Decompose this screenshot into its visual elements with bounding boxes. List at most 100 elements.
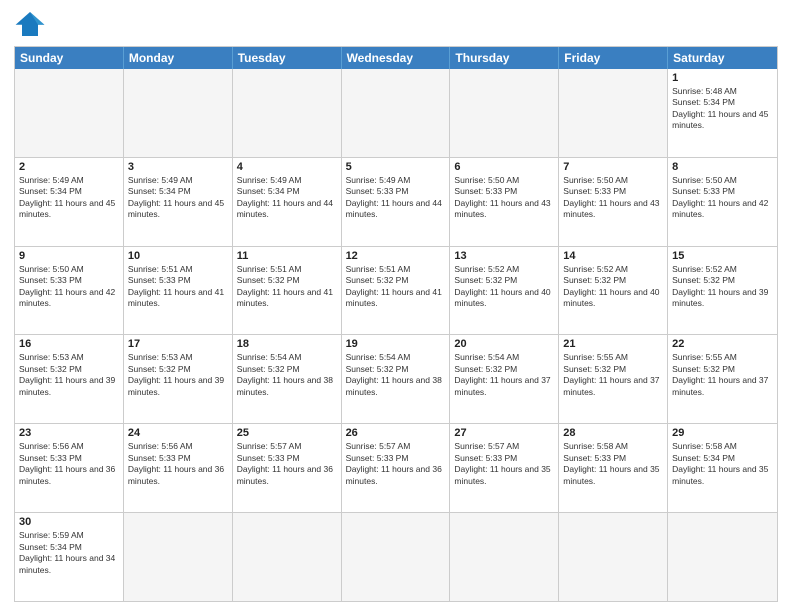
calendar-body: 1 Sunrise: 5:48 AM Sunset: 5:34 PM Daylig… (15, 69, 777, 601)
cell-info: Sunrise: 5:48 AM Sunset: 5:34 PM Dayligh… (672, 86, 773, 132)
day-number: 15 (672, 250, 773, 262)
logo-icon (14, 10, 46, 38)
day-number: 23 (19, 427, 119, 439)
calendar-row-4: 23 Sunrise: 5:56 AM Sunset: 5:33 PM Dayli… (15, 423, 777, 512)
day-cell-20: 20 Sunrise: 5:54 AM Sunset: 5:32 PM Dayli… (450, 335, 559, 423)
cell-info: Sunrise: 5:50 AM Sunset: 5:33 PM Dayligh… (19, 264, 119, 310)
calendar-row-5: 30 Sunrise: 5:59 AM Sunset: 5:34 PM Dayli… (15, 512, 777, 601)
day-cell-23: 23 Sunrise: 5:56 AM Sunset: 5:33 PM Dayli… (15, 424, 124, 512)
day-cell-18: 18Sunrise: 5:54 AM Sunset: 5:32 PM Dayli… (233, 335, 342, 423)
empty-cell (559, 513, 668, 601)
day-cell-27: 27Sunrise: 5:57 AM Sunset: 5:33 PM Dayli… (450, 424, 559, 512)
day-number: 19 (346, 338, 446, 350)
day-cell-19: 19Sunrise: 5:54 AM Sunset: 5:32 PM Dayli… (342, 335, 451, 423)
day-cell-30: 30 Sunrise: 5:59 AM Sunset: 5:34 PM Dayli… (15, 513, 124, 601)
cell-info: Sunrise: 5:53 AM Sunset: 5:32 PM Dayligh… (128, 352, 228, 398)
cell-info: Sunrise: 5:55 AM Sunset: 5:32 PM Dayligh… (672, 352, 773, 398)
day-cell-17: 17 Sunrise: 5:53 AM Sunset: 5:32 PM Dayli… (124, 335, 233, 423)
day-number: 7 (563, 161, 663, 173)
cell-info: Sunrise: 5:58 AM Sunset: 5:34 PM Dayligh… (672, 441, 773, 487)
day-cell-6: 6 Sunrise: 5:50 AM Sunset: 5:33 PM Daylig… (450, 158, 559, 246)
day-number: 26 (346, 427, 446, 439)
header-day-tuesday: Tuesday (233, 47, 342, 69)
day-number: 5 (346, 161, 446, 173)
day-cell-29: 29 Sunrise: 5:58 AM Sunset: 5:34 PM Dayli… (668, 424, 777, 512)
day-number: 1 (672, 72, 773, 84)
cell-info: Sunrise: 5:49 AM Sunset: 5:34 PM Dayligh… (128, 175, 228, 221)
header-day-sunday: Sunday (15, 47, 124, 69)
day-number: 3 (128, 161, 228, 173)
day-cell-13: 13Sunrise: 5:52 AM Sunset: 5:32 PM Dayli… (450, 247, 559, 335)
day-cell-28: 28Sunrise: 5:58 AM Sunset: 5:33 PM Dayli… (559, 424, 668, 512)
cell-info: Sunrise: 5:55 AM Sunset: 5:32 PM Dayligh… (563, 352, 663, 398)
day-cell-7: 7Sunrise: 5:50 AM Sunset: 5:33 PM Daylig… (559, 158, 668, 246)
cell-info: Sunrise: 5:57 AM Sunset: 5:33 PM Dayligh… (346, 441, 446, 487)
day-cell-22: 22 Sunrise: 5:55 AM Sunset: 5:32 PM Dayli… (668, 335, 777, 423)
day-number: 16 (19, 338, 119, 350)
day-cell-25: 25Sunrise: 5:57 AM Sunset: 5:33 PM Dayli… (233, 424, 342, 512)
empty-cell (15, 69, 124, 157)
day-number: 25 (237, 427, 337, 439)
day-number: 21 (563, 338, 663, 350)
day-cell-16: 16 Sunrise: 5:53 AM Sunset: 5:32 PM Dayli… (15, 335, 124, 423)
calendar-header: SundayMondayTuesdayWednesdayThursdayFrid… (15, 47, 777, 69)
day-number: 14 (563, 250, 663, 262)
cell-info: Sunrise: 5:52 AM Sunset: 5:32 PM Dayligh… (672, 264, 773, 310)
day-cell-9: 9Sunrise: 5:50 AM Sunset: 5:33 PM Daylig… (15, 247, 124, 335)
cell-info: Sunrise: 5:51 AM Sunset: 5:33 PM Dayligh… (128, 264, 228, 310)
empty-cell (233, 513, 342, 601)
day-number: 28 (563, 427, 663, 439)
day-number: 10 (128, 250, 228, 262)
day-cell-1: 1 Sunrise: 5:48 AM Sunset: 5:34 PM Daylig… (668, 69, 777, 157)
day-number: 29 (672, 427, 773, 439)
logo (14, 10, 50, 38)
day-number: 20 (454, 338, 554, 350)
calendar-row-0: 1 Sunrise: 5:48 AM Sunset: 5:34 PM Daylig… (15, 69, 777, 157)
header-day-thursday: Thursday (450, 47, 559, 69)
empty-cell (450, 69, 559, 157)
calendar-row-2: 9Sunrise: 5:50 AM Sunset: 5:33 PM Daylig… (15, 246, 777, 335)
cell-info: Sunrise: 5:56 AM Sunset: 5:33 PM Dayligh… (19, 441, 119, 487)
page: SundayMondayTuesdayWednesdayThursdayFrid… (0, 0, 792, 612)
cell-info: Sunrise: 5:54 AM Sunset: 5:32 PM Dayligh… (454, 352, 554, 398)
cell-info: Sunrise: 5:54 AM Sunset: 5:32 PM Dayligh… (237, 352, 337, 398)
day-cell-11: 11Sunrise: 5:51 AM Sunset: 5:32 PM Dayli… (233, 247, 342, 335)
empty-cell (124, 69, 233, 157)
day-cell-14: 14 Sunrise: 5:52 AM Sunset: 5:32 PM Dayli… (559, 247, 668, 335)
day-number: 12 (346, 250, 446, 262)
header (14, 10, 778, 38)
day-cell-4: 4Sunrise: 5:49 AM Sunset: 5:34 PM Daylig… (233, 158, 342, 246)
cell-info: Sunrise: 5:51 AM Sunset: 5:32 PM Dayligh… (237, 264, 337, 310)
empty-cell (559, 69, 668, 157)
cell-info: Sunrise: 5:49 AM Sunset: 5:34 PM Dayligh… (237, 175, 337, 221)
cell-info: Sunrise: 5:52 AM Sunset: 5:32 PM Dayligh… (563, 264, 663, 310)
day-number: 30 (19, 516, 119, 528)
calendar-row-3: 16 Sunrise: 5:53 AM Sunset: 5:32 PM Dayli… (15, 334, 777, 423)
empty-cell (450, 513, 559, 601)
day-number: 8 (672, 161, 773, 173)
empty-cell (124, 513, 233, 601)
cell-info: Sunrise: 5:50 AM Sunset: 5:33 PM Dayligh… (672, 175, 773, 221)
day-number: 22 (672, 338, 773, 350)
cell-info: Sunrise: 5:51 AM Sunset: 5:32 PM Dayligh… (346, 264, 446, 310)
day-number: 6 (454, 161, 554, 173)
day-number: 27 (454, 427, 554, 439)
empty-cell (233, 69, 342, 157)
empty-cell (668, 513, 777, 601)
cell-info: Sunrise: 5:59 AM Sunset: 5:34 PM Dayligh… (19, 530, 119, 576)
header-day-saturday: Saturday (668, 47, 777, 69)
day-number: 24 (128, 427, 228, 439)
cell-info: Sunrise: 5:53 AM Sunset: 5:32 PM Dayligh… (19, 352, 119, 398)
cell-info: Sunrise: 5:49 AM Sunset: 5:33 PM Dayligh… (346, 175, 446, 221)
header-day-monday: Monday (124, 47, 233, 69)
day-cell-21: 21 Sunrise: 5:55 AM Sunset: 5:32 PM Dayli… (559, 335, 668, 423)
cell-info: Sunrise: 5:56 AM Sunset: 5:33 PM Dayligh… (128, 441, 228, 487)
cell-info: Sunrise: 5:50 AM Sunset: 5:33 PM Dayligh… (454, 175, 554, 221)
day-number: 17 (128, 338, 228, 350)
day-number: 2 (19, 161, 119, 173)
day-cell-26: 26 Sunrise: 5:57 AM Sunset: 5:33 PM Dayli… (342, 424, 451, 512)
day-cell-24: 24 Sunrise: 5:56 AM Sunset: 5:33 PM Dayli… (124, 424, 233, 512)
header-day-wednesday: Wednesday (342, 47, 451, 69)
calendar: SundayMondayTuesdayWednesdayThursdayFrid… (14, 46, 778, 602)
empty-cell (342, 69, 451, 157)
